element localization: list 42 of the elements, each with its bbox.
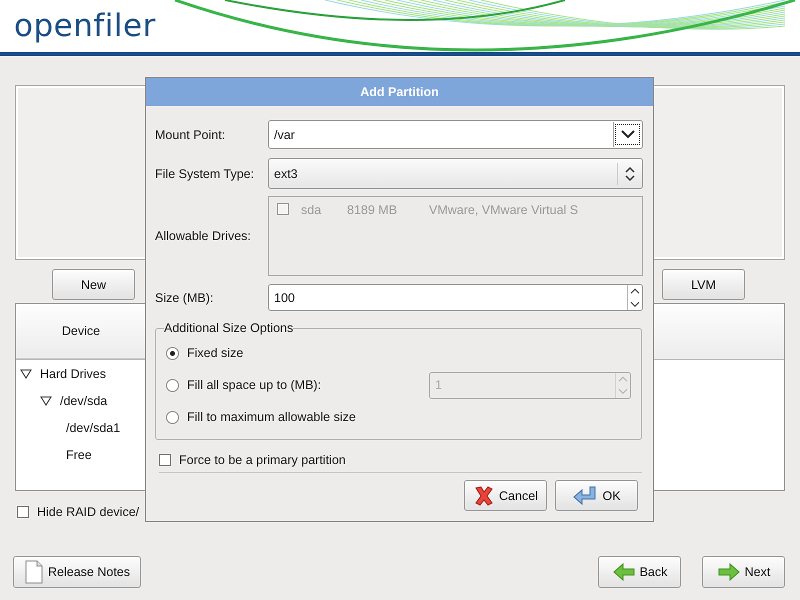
radio-label: Fixed size bbox=[187, 346, 244, 360]
cancel-button[interactable]: Cancel bbox=[464, 480, 547, 511]
x-icon bbox=[473, 484, 496, 506]
checkbox-label: Hide RAID device/ bbox=[37, 505, 140, 519]
radio-label: Fill all space up to (MB): bbox=[187, 378, 322, 392]
tree-item[interactable]: Free bbox=[66, 448, 92, 462]
release-notes-button[interactable]: Release Notes bbox=[13, 556, 141, 588]
field-label: Mount Point: bbox=[155, 128, 226, 142]
tree-item[interactable]: /dev/sda1 bbox=[66, 420, 120, 434]
drive-model: VMware, VMware Virtual S bbox=[429, 203, 578, 217]
checkbox-label: Force to be a primary partition bbox=[179, 453, 346, 467]
left-arrow-icon bbox=[612, 562, 636, 582]
return-arrow-icon bbox=[572, 486, 598, 506]
file-system-dropdown[interactable]: ext3 bbox=[268, 158, 643, 189]
drive-size: 8189 MB bbox=[347, 203, 398, 217]
drive-name: sda bbox=[301, 203, 322, 217]
size-spinbox[interactable]: 100 bbox=[268, 284, 643, 311]
checkbox[interactable] bbox=[159, 454, 171, 466]
radio-button[interactable] bbox=[166, 410, 179, 424]
expanded-triangle-icon[interactable] bbox=[40, 396, 52, 406]
mount-point-combo[interactable]: /var bbox=[268, 120, 643, 149]
radio-label: Fill to maximum allowable size bbox=[187, 410, 356, 424]
field-label: Size (MB): bbox=[155, 290, 214, 304]
partition-button[interactable]: New bbox=[52, 269, 135, 300]
tree-item[interactable]: Hard Drives bbox=[40, 366, 106, 380]
chevron-down-icon bbox=[621, 130, 635, 139]
back-button[interactable]: Back bbox=[598, 556, 681, 588]
dialog-title: Add Partition bbox=[146, 78, 653, 106]
up-down-chevron-icon bbox=[625, 166, 635, 182]
field-label: Allowable Drives: bbox=[155, 229, 252, 243]
field-label: File System Type: bbox=[155, 166, 256, 180]
checkbox[interactable] bbox=[17, 506, 29, 518]
ok-button[interactable]: OK bbox=[555, 480, 638, 511]
group-title: Additional Size Options bbox=[164, 321, 294, 335]
right-arrow-icon bbox=[716, 562, 741, 582]
partition-button[interactable]: LVM bbox=[662, 269, 745, 300]
next-button[interactable]: Next bbox=[702, 556, 785, 588]
tree-item[interactable]: /dev/sda bbox=[60, 394, 108, 408]
expanded-triangle-icon[interactable] bbox=[20, 368, 32, 378]
radio-button[interactable] bbox=[166, 346, 179, 360]
document-icon bbox=[24, 560, 44, 584]
openfiler-logo: openfiler bbox=[14, 8, 156, 44]
